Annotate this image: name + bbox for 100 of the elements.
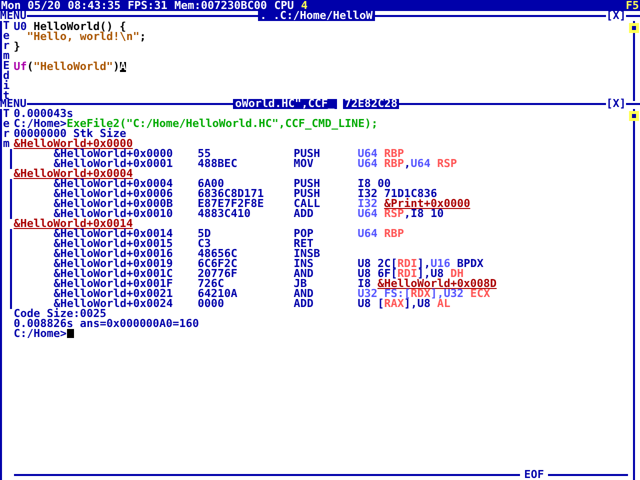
operand-text: I32 71D1C836 [358, 189, 438, 199]
operand-text: I32 [358, 199, 378, 209]
address-text: &HelloWorld+0x0021 [52, 289, 174, 299]
operand-text: U8 6F[ [358, 269, 398, 279]
operand-text: U8 2C[ [358, 259, 398, 269]
operand-text: U16 [430, 259, 450, 269]
code-text: ) [112, 62, 120, 72]
fps-text: FPS:31 [128, 0, 168, 11]
close-button[interactable]: [X] [606, 11, 626, 21]
code-text: } [14, 42, 20, 52]
operand-text: U32 [358, 289, 378, 299]
mnemonic-text: PUSH [294, 179, 322, 189]
prompt-text: C:/Home> [14, 119, 67, 129]
bytes-text: 488BEC [198, 159, 238, 169]
mnemonic-text: CALL [294, 199, 322, 209]
menu-label[interactable]: MENU [0, 11, 26, 21]
text-cursor: A [120, 62, 126, 72]
mnemonic-text: RET [294, 239, 314, 249]
output-text: 0.008826s ans=0x000000A0=160 [14, 319, 200, 329]
operand-text: RAX [384, 299, 404, 309]
operand-text: U8 [ [358, 299, 384, 309]
address-text: &HelloWorld+0x0001 [54, 159, 174, 169]
operand-text: RDX [410, 289, 430, 299]
window-title: . .C:/Home/HelloW [258, 11, 375, 21]
window-title: oWorld.HC",CCF_ [233, 99, 336, 109]
mnemonic-text: PUSH [294, 149, 322, 159]
date-text: Mon 05/20 [1, 0, 61, 11]
operand-text: ], [417, 259, 430, 269]
output-text: 00000000 Stk Size [14, 129, 126, 139]
address-text: &HelloWorld+0x0010 [54, 209, 174, 219]
operand-text: U64 [358, 149, 378, 159]
bytes-text: 6836C8D171 [198, 189, 265, 199]
menu-label[interactable]: MENU [0, 99, 26, 109]
code-text: Uf [14, 62, 27, 72]
operand-text: ], [430, 289, 444, 299]
side-label: Term [3, 21, 10, 61]
address-text: &HelloWorld+0x0000 [54, 149, 174, 159]
address-text: &HelloWorld+0x0019 [52, 259, 174, 269]
string-literal: "Hello, world!\n" [26, 32, 140, 42]
window-title: 72E82C28 [342, 99, 400, 109]
operand-text: ,I8 10 [404, 209, 444, 219]
address-text: &HelloWorld+0x0004 [54, 179, 174, 189]
bytes-text: 0000 [198, 299, 224, 309]
bytes-text: 55 [198, 149, 211, 159]
mnemonic-text: AND [294, 269, 314, 279]
address-link[interactable]: &Print+0x0000 [384, 199, 470, 209]
address-text: &HelloWorld+0x0024 [54, 299, 174, 309]
operand-text: BPDX [456, 259, 484, 269]
address-label-link[interactable]: &HelloWorld+0x0000 [14, 139, 133, 149]
operand-text: RSP [384, 209, 404, 219]
operand-text: U64 [358, 229, 378, 239]
bytes-text: 20776F [198, 269, 238, 279]
address-text: &HelloWorld+0x001F [52, 279, 174, 289]
operand-text: AL [437, 299, 450, 309]
address-label-link[interactable]: &HelloWorld+0x0014 [14, 219, 133, 229]
operand-text: RDI [397, 259, 418, 269]
operand-text: RSP [437, 159, 457, 169]
operand-text: U32 [444, 289, 464, 299]
close-button[interactable]: [X] [606, 99, 626, 109]
clock-text: 08:43:35 [68, 0, 121, 11]
bytes-text: E87E7F2F8E [198, 199, 265, 209]
operand-text: U8 [417, 299, 430, 309]
bytes-text: 5D [198, 229, 212, 239]
operand-text: I8 00 [358, 179, 391, 189]
command-text: ExeFile2("C:/Home/HelloWorld.HC",CCF_CMD_LINE); [66, 119, 378, 129]
operand-text: ], [404, 299, 418, 309]
address-label-link[interactable]: &HelloWorld+0x0004 [14, 169, 133, 179]
address-text: &HelloWorld+0x0015 [52, 239, 174, 249]
bytes-text: 48656C [198, 249, 238, 259]
operand-text: RDI [397, 269, 418, 279]
operand-text: , [404, 159, 411, 169]
operand-text: U64 [358, 209, 378, 219]
operand-text: DH [450, 269, 464, 279]
address-text: &HelloWorld+0x000B [52, 199, 174, 209]
address-text: &HelloWorld+0x0006 [52, 189, 174, 199]
bytes-text: 6C6F2C [198, 259, 238, 269]
code-text: U0 [14, 22, 27, 32]
operand-text: ECX [470, 289, 490, 299]
address-link[interactable]: &HelloWorld+0x008D [377, 279, 497, 289]
address-text: &HelloWorld+0x0014 [54, 229, 174, 239]
memory-text: Mem:007230BC00 [174, 0, 268, 11]
operand-text: I8 [358, 279, 371, 289]
code-text: ; [139, 32, 146, 42]
output-text: 0.000043s [14, 109, 74, 119]
operand-text: RBP [384, 149, 404, 159]
mnemonic-text: PUSH [294, 189, 322, 199]
side-label: Term [3, 109, 10, 149]
mnemonic-text: AND [294, 289, 314, 299]
operand-text: U64 [410, 159, 430, 169]
operand-text: RBP [384, 229, 404, 239]
operand-text: U64 [358, 159, 378, 169]
cpu-count: 4 [300, 0, 308, 11]
end-of-file-label: EOF [523, 470, 545, 480]
mnemonic-text: INSB [294, 249, 322, 259]
cpu-label: CPU [274, 0, 294, 11]
bytes-text: 726C [198, 279, 224, 289]
operand-text: RBP [384, 159, 404, 169]
prompt-text: C:/Home> [14, 329, 67, 339]
mnemonic-text: MOV [294, 159, 314, 169]
operand-text: U8 [430, 269, 444, 279]
